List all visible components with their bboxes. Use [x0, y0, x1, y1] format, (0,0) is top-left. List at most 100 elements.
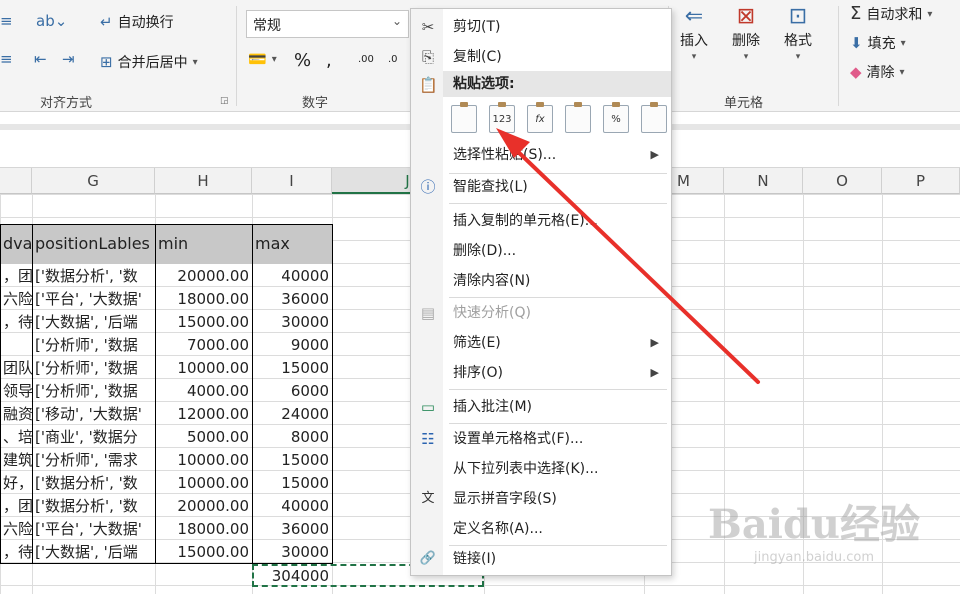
table-cell[interactable]: 建筑 — [0, 449, 32, 472]
table-cell[interactable]: 5000.00 — [155, 426, 252, 449]
table-cell[interactable]: 18000.00 — [155, 288, 252, 311]
table-cell[interactable]: 20000.00 — [155, 265, 252, 288]
align-justify-button[interactable]: ≡ — [0, 14, 13, 29]
table-cell[interactable]: 8000 — [252, 426, 332, 449]
menu-item-format-cells[interactable]: ☷ 设置单元格格式(F)... — [411, 425, 671, 453]
delete-cells-button[interactable]: ⊠ 删除 ▾ — [732, 6, 760, 63]
table-cell[interactable]: 24000 — [252, 403, 332, 426]
menu-item-cut[interactable]: ✂ 剪切(T) — [411, 13, 671, 41]
table-cell[interactable]: 6000 — [252, 380, 332, 403]
increase-indent-button[interactable]: ⇥ — [62, 52, 75, 67]
table-cell[interactable]: ['数据分析', '数 — [32, 265, 155, 288]
paste-all-icon[interactable] — [451, 102, 477, 133]
table-cell[interactable] — [0, 334, 32, 357]
table-cell[interactable]: ['大数据', '后端 — [32, 311, 155, 334]
table-cell[interactable]: 9000 — [252, 334, 332, 357]
paste-link-icon[interactable] — [641, 102, 667, 133]
increase-decimal-button[interactable]: .00 — [358, 54, 374, 65]
menu-item-filter[interactable]: 筛选(E) ▶ — [411, 329, 671, 357]
table-cell[interactable]: 、培 — [0, 426, 32, 449]
table-cell[interactable]: ['移动', '大数据' — [32, 403, 155, 426]
table-cell[interactable]: 15000 — [252, 449, 332, 472]
table-cell[interactable]: 18000.00 — [155, 518, 252, 541]
column-header-n[interactable]: N — [724, 168, 803, 194]
comma-button[interactable]: , — [326, 50, 332, 71]
header-cell-max[interactable]: max — [252, 224, 332, 264]
decrease-indent-button[interactable]: ⇤ — [34, 52, 47, 67]
table-cell[interactable]: 30000 — [252, 541, 332, 564]
table-cell[interactable]: ，待 — [0, 541, 32, 564]
column-header-g[interactable]: G — [32, 168, 155, 194]
menu-item-link[interactable]: 🔗 链接(I) — [411, 545, 671, 573]
table-cell[interactable]: 15000 — [252, 472, 332, 495]
clear-button[interactable]: ◆ 清除 ▾ — [850, 62, 905, 82]
insert-cells-button[interactable]: ⇐ 插入 ▾ — [680, 6, 708, 63]
table-cell[interactable]: ['分析师', '数据 — [32, 357, 155, 380]
wrap-text-button[interactable]: ↵ 自动换行 — [100, 12, 174, 32]
format-cells-button[interactable]: ⊡ 格式 ▾ — [784, 6, 812, 63]
column-header-h[interactable]: H — [155, 168, 252, 194]
table-cell[interactable]: 领导 — [0, 380, 32, 403]
table-cell[interactable]: 六险 — [0, 288, 32, 311]
table-cell[interactable]: ['平台', '大数据' — [32, 288, 155, 311]
header-cell-dvar[interactable]: dvar — [0, 224, 32, 264]
percent-button[interactable]: % — [294, 50, 311, 71]
table-cell[interactable]: 36000 — [252, 518, 332, 541]
align-left-button[interactable]: ≡ — [0, 52, 13, 67]
decrease-decimal-button[interactable]: .0 — [388, 54, 398, 65]
accounting-format-button[interactable]: 💳 ▾ — [248, 52, 277, 67]
table-cell[interactable]: ['商业', '数据分 — [32, 426, 155, 449]
paste-transpose-icon[interactable] — [565, 102, 591, 133]
table-cell[interactable]: 7000.00 — [155, 334, 252, 357]
menu-item-sort[interactable]: 排序(O) ▶ — [411, 359, 671, 387]
table-cell[interactable]: ['平台', '大数据' — [32, 518, 155, 541]
menu-item-insert-copied-cells[interactable]: 插入复制的单元格(E)... — [411, 207, 671, 235]
table-cell[interactable]: ['分析师', '数据 — [32, 334, 155, 357]
column-header-p[interactable]: P — [882, 168, 960, 194]
table-cell[interactable]: ['数据分析', '数 — [32, 472, 155, 495]
table-cell[interactable]: 4000.00 — [155, 380, 252, 403]
table-cell[interactable]: 融资 — [0, 403, 32, 426]
paste-formulas-icon[interactable]: fx — [527, 102, 553, 133]
table-cell[interactable]: 15000.00 — [155, 541, 252, 564]
header-cell-positionlables[interactable]: positionLables — [32, 224, 155, 264]
paste-values-icon[interactable]: 123 — [489, 102, 515, 133]
column-header-f[interactable] — [0, 168, 32, 194]
paste-formatting-icon[interactable]: % — [603, 102, 629, 133]
fill-button[interactable]: ⬇ 填充 ▾ — [850, 33, 906, 53]
table-cell[interactable]: 12000.00 — [155, 403, 252, 426]
table-cell[interactable]: 好， — [0, 472, 32, 495]
menu-item-insert-comment[interactable]: ▭ 插入批注(M) — [411, 393, 671, 421]
table-cell[interactable]: 30000 — [252, 311, 332, 334]
number-format-select[interactable]: 常规 ⌄ — [246, 10, 409, 38]
table-cell[interactable]: ['数据分析', '数 — [32, 495, 155, 518]
table-cell[interactable]: 40000 — [252, 495, 332, 518]
table-cell[interactable]: ，团 — [0, 265, 32, 288]
table-cell[interactable]: 15000 — [252, 357, 332, 380]
table-cell[interactable]: 20000.00 — [155, 495, 252, 518]
orientation-button[interactable]: ab⌄ — [36, 14, 67, 29]
table-cell[interactable]: 团队 — [0, 357, 32, 380]
table-cell[interactable]: 36000 — [252, 288, 332, 311]
alignment-launcher-icon[interactable]: ◲ — [220, 96, 229, 106]
menu-item-delete[interactable]: 删除(D)... — [411, 237, 671, 265]
column-header-i[interactable]: I — [252, 168, 332, 194]
table-cell[interactable]: ['分析师', '需求 — [32, 449, 155, 472]
header-cell-min[interactable]: min — [155, 224, 252, 264]
table-cell[interactable]: ，待 — [0, 311, 32, 334]
menu-item-define-name[interactable]: 定义名称(A)... — [411, 515, 671, 543]
column-header-o[interactable]: O — [803, 168, 882, 194]
autosum-button[interactable]: Σ 自动求和 ▾ — [850, 4, 932, 24]
table-cell[interactable]: 15000.00 — [155, 311, 252, 334]
menu-item-smart-lookup[interactable]: ⓘ 智能查找(L) — [411, 173, 671, 201]
table-cell[interactable]: ，团 — [0, 495, 32, 518]
table-cell[interactable]: ['大数据', '后端 — [32, 541, 155, 564]
table-cell[interactable]: ['分析师', '数据 — [32, 380, 155, 403]
menu-item-clear-contents[interactable]: 清除内容(N) — [411, 267, 671, 295]
table-cell[interactable]: 40000 — [252, 265, 332, 288]
menu-item-paste-special[interactable]: 选择性粘贴(S)... ▶ — [411, 141, 671, 169]
table-cell[interactable]: 六险 — [0, 518, 32, 541]
merge-center-button[interactable]: ⊞ 合并后居中 ▾ — [100, 52, 198, 72]
table-cell[interactable]: 10000.00 — [155, 357, 252, 380]
menu-item-copy[interactable]: ⎘ 复制(C) — [411, 43, 671, 71]
